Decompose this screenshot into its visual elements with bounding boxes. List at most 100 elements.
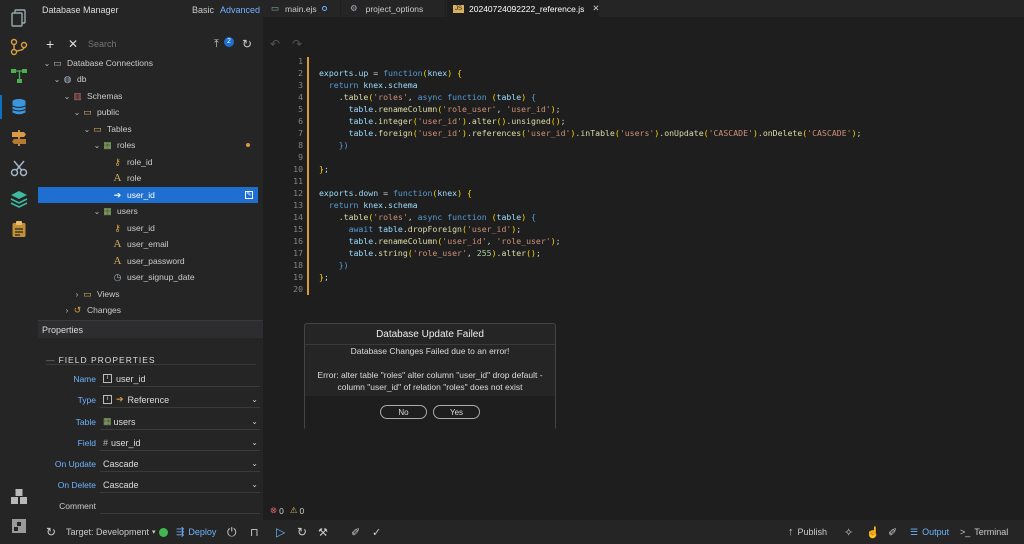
sparkle-icon[interactable]: ✧ [844,520,853,544]
extensions-icon[interactable] [9,486,29,506]
signpost-icon[interactable] [9,128,29,148]
tree-item-schemas[interactable]: ⌄ ▥ Schemas [38,88,258,104]
tree-item-user-id[interactable]: ⚷ user_id [38,220,258,236]
deploy-button[interactable]: ⇶ Deploy [176,520,216,544]
text-type-icon: A [113,171,122,184]
chevron-down-icon: ⌄ [93,206,101,216]
code-editor[interactable]: 1 2 3 4 5 6 7 8 9 10 11 12 13 14 15 16 17 18 19 20 exports.… [263,55,1024,519]
code-line[interactable]: }; [319,164,329,174]
no-button[interactable]: No [380,405,427,419]
table-icon: ▦ [103,139,112,150]
redo-icon[interactable]: ↷ [292,37,302,51]
name-field[interactable]: i user_id [100,371,260,387]
field-select[interactable]: # user_id ⌄ [100,435,260,451]
tab-reference-js[interactable]: JS 20240724092222_reference.js ✕ [447,0,599,17]
publish-button[interactable]: ↑ Publish [788,520,827,544]
chevron-down-icon: ⌄ [251,395,258,404]
layers-icon[interactable] [9,189,29,209]
tree-item-role[interactable]: Arole [38,170,258,186]
target-select[interactable]: Target: Development ▾ [66,520,156,544]
on-delete-select[interactable]: Cascade ⌄ [100,477,260,493]
code-line[interactable]: await table.dropForeign('user_id'); [319,224,522,234]
code-line[interactable]: .table('roles', async function (table) { [319,212,536,222]
tree-item-user-id-selected[interactable]: ➔ user_id ✎ [38,187,258,203]
code-line[interactable]: table.foreign('user_id').references('use… [319,128,862,138]
error-dialog: Database Update Failed Database Changes … [304,323,556,430]
thumbs-up-icon[interactable]: ☝ [866,520,880,544]
files-icon[interactable] [9,8,29,28]
properties-header[interactable]: Properties [38,320,263,338]
list-icon: ☰ [910,526,919,537]
tree-item-views[interactable]: › ▭ Views [38,286,258,302]
database-icon[interactable] [0,95,29,119]
add-icon[interactable]: + [46,36,54,52]
mode-basic-toggle[interactable]: Basic [192,5,214,15]
tree-item-connections[interactable]: ⌄ ▭ Database Connections [38,55,258,71]
table-select[interactable]: ▦ users ⌄ [100,414,260,430]
scissors-icon[interactable] [9,158,29,178]
code-line[interactable]: }; [319,272,329,282]
table-icon: ▦ [103,205,112,216]
code-line[interactable]: exports.up = function(knex) { [319,68,462,78]
comment-field[interactable] [100,498,260,514]
run-icon[interactable]: ▷ [276,520,285,544]
tree-item-user-email[interactable]: Auser_email [38,236,258,252]
tree-item-user-password[interactable]: Auser_password [38,253,258,269]
tree-item-users[interactable]: ⌄ ▦ users [38,203,258,219]
tree-structure-icon[interactable] [9,66,29,86]
edit-icon[interactable]: ✎ [245,191,253,199]
undo-icon[interactable]: ↶ [270,37,280,51]
tree-item-public[interactable]: ⌄ ▭ public [38,104,258,120]
tree-item-changes[interactable]: › ↺ Changes [38,302,258,318]
terminal-button[interactable]: >_ Terminal [960,520,1008,544]
output-button[interactable]: ☰ Output [910,520,949,544]
clock-icon: ◷ [113,271,122,282]
folder-icon: ▭ [83,288,92,299]
collapse-icon[interactable]: — [46,355,56,365]
brush-icon[interactable]: ✐ [888,520,897,544]
tree-label: Schemas [87,91,123,101]
code-line[interactable]: return knex.schema [319,80,418,90]
reload-icon[interactable]: ↻ [297,520,307,544]
close-icon[interactable]: ✕ [592,3,599,14]
tab-project-options[interactable]: ⚙ project_options [342,0,446,17]
code-line[interactable]: table.string('role_user', 255).alter(); [319,248,541,258]
hammer-icon[interactable]: ⚒ [318,520,328,544]
clipboard-icon[interactable] [9,219,29,239]
tab-main-ejs[interactable]: ▭ main.ejs [263,0,341,17]
code-line[interactable]: .table('roles', async function (table) { [319,92,536,102]
code-line[interactable]: exports.down = function(knex) { [319,188,472,198]
code-line[interactable]: }) [319,140,349,150]
prop-table-row: Table ▦ users ⌄ [38,414,260,430]
tree-item-db[interactable]: ⌄ ◍ db [38,71,258,87]
tree-item-roles[interactable]: ⌄ ▦ roles [38,137,258,153]
check-circle-icon[interactable]: ✓ [372,520,381,544]
brush-icon[interactable]: ✐ [351,520,360,544]
upload-icon[interactable]: ⤒ [214,37,219,51]
code-line[interactable]: table.renameColumn('role_user', 'user_id… [319,104,561,114]
puzzle-icon[interactable] [9,516,29,536]
tree-label: Views [97,289,120,299]
prop-onupdate-row: On Update Cascade ⌄ [38,456,260,472]
close-icon[interactable]: ✕ [68,36,78,52]
code-line[interactable]: return knex.schema [319,200,418,210]
tree-item-tables[interactable]: ⌄ ▭ Tables [38,121,258,137]
sync-icon[interactable]: ↻ [46,520,56,544]
problems-indicator[interactable]: ⊗ 0 ⚠ 0 [270,504,304,517]
tree-item-role-id[interactable]: ⚷ role_id [38,154,258,170]
code-line[interactable]: }) [319,260,349,270]
bookmark-icon[interactable]: ⊓ [250,520,259,544]
on-update-select[interactable]: Cascade ⌄ [100,456,260,472]
search-input[interactable] [88,37,208,51]
refresh-icon[interactable]: ↻ [242,36,252,52]
git-branch-icon[interactable] [9,37,29,57]
power-icon[interactable]: ⏻ [227,520,237,544]
mode-advanced-toggle[interactable]: Advanced [220,5,260,15]
type-select[interactable]: i ➔ Reference ⌄ [100,392,260,408]
chevron-down-icon: ⌄ [251,438,258,447]
code-line[interactable]: table.integer('user_id').alter().unsigne… [319,116,566,126]
yes-button[interactable]: Yes [433,405,480,419]
code-line[interactable]: table.renameColumn('user_id', 'role_user… [319,236,561,246]
line-number: 3 [298,80,303,90]
tree-item-user-signup-date[interactable]: ◷ user_signup_date [38,269,258,285]
